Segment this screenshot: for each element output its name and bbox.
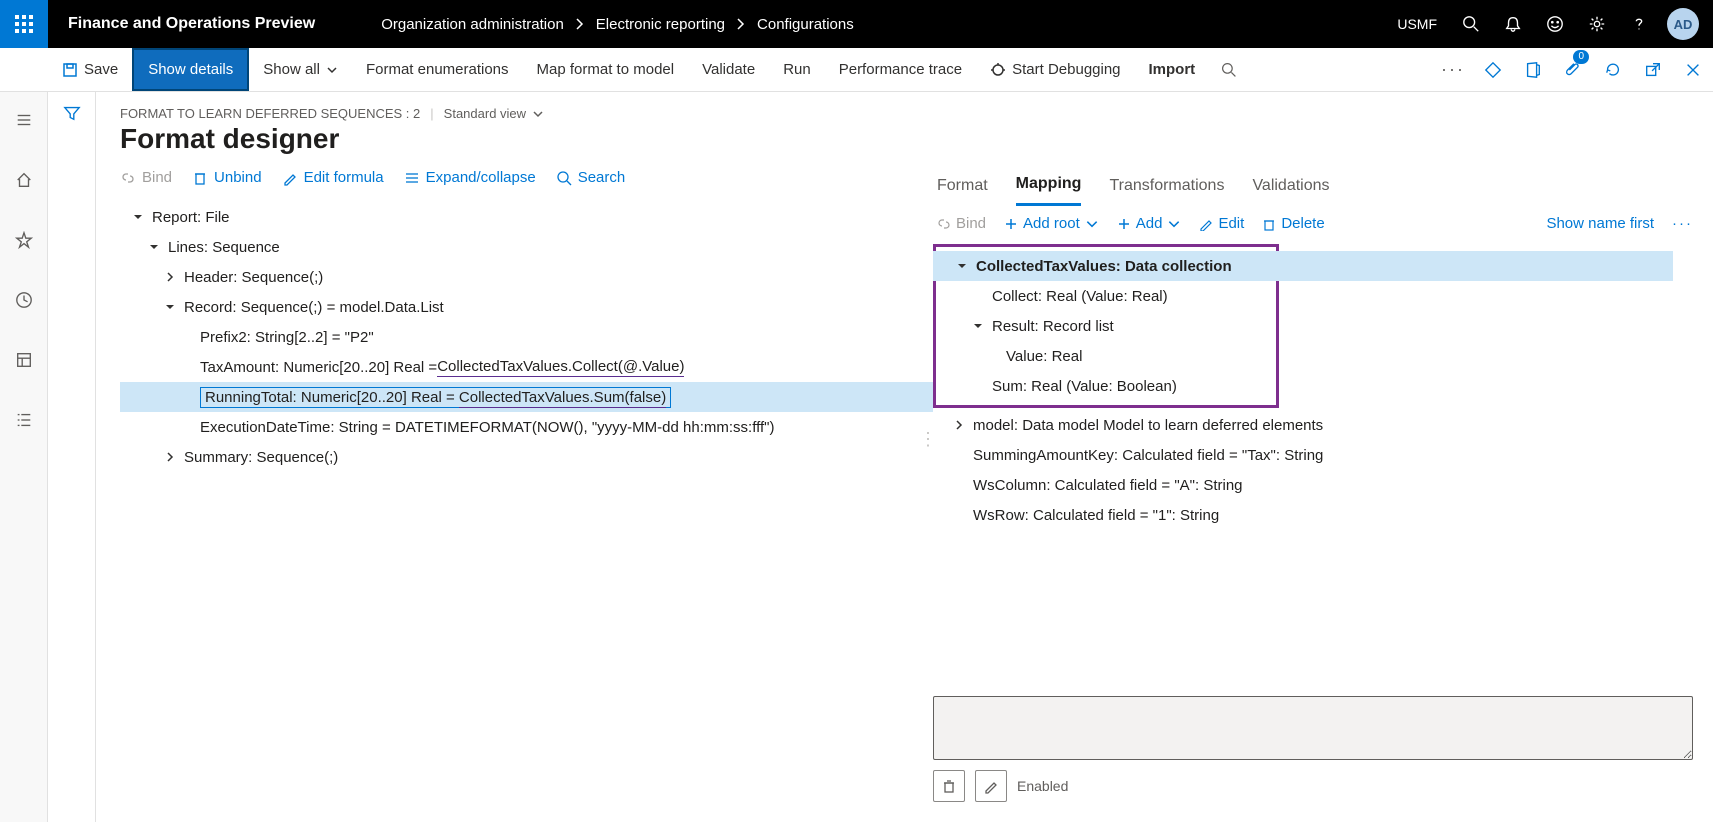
home-icon[interactable] [0,162,48,198]
delete-button[interactable]: Delete [1262,215,1324,232]
detail-tabs: Format Mapping Transformations Validatio… [933,169,1693,207]
tree-row[interactable]: Lines: Sequence [120,232,933,262]
avatar[interactable]: AD [1667,8,1699,40]
attachments-icon[interactable]: 0 [1553,48,1593,92]
format-tree-pane: Bind Unbind Edit formula Expand/collapse… [120,169,933,822]
popout-icon[interactable] [1633,48,1673,92]
page-path: FORMAT TO LEARN DEFERRED SEQUENCES : 2 |… [120,106,1693,121]
bell-icon[interactable] [1493,0,1533,48]
breadcrumb-1[interactable]: Organization administration [375,16,570,33]
show-name-first-button[interactable]: Show name first [1546,215,1654,232]
global-header: Finance and Operations Preview Organizat… [0,0,1713,48]
attachments-count: 0 [1573,50,1589,64]
diamond-icon[interactable] [1473,48,1513,92]
more-icon[interactable]: ··· [1433,48,1473,92]
mapping-bind-button[interactable]: Bind [937,215,986,232]
view-dropdown[interactable]: Standard view [444,106,544,121]
map-format-button[interactable]: Map format to model [523,48,689,91]
splitter-handle[interactable]: ⋮ [919,429,937,450]
filter-icon [63,104,81,122]
tab-mapping[interactable]: Mapping [1016,169,1082,206]
close-icon[interactable] [1673,48,1713,92]
edit-icon-button[interactable] [975,770,1007,802]
mapping-row[interactable]: Collect: Real (Value: Real) [936,281,1276,311]
legal-entity[interactable]: USMF [1385,16,1449,32]
mapping-row[interactable]: model: Data model Model to learn deferre… [933,410,1693,440]
office-icon[interactable] [1513,48,1553,92]
expand-collapse-button[interactable]: Expand/collapse [404,169,536,186]
format-enumerations-button[interactable]: Format enumerations [352,48,523,91]
modules-icon[interactable] [0,402,48,438]
mapping-row-selected[interactable]: CollectedTaxValues: Data collection [933,251,1673,281]
more-icon[interactable]: ··· [1672,215,1693,232]
performance-trace-button[interactable]: Performance trace [825,48,976,91]
command-bar: Save Show details Show all Format enumer… [0,48,1713,92]
breadcrumb: Organization administration Electronic r… [375,16,1385,33]
format-tree: Report: File Lines: Sequence Header: Seq… [120,202,933,472]
tree-row[interactable]: ExecutionDateTime: String = DATETIMEFORM… [120,412,933,442]
refresh-icon[interactable] [1593,48,1633,92]
command-search-icon[interactable] [1209,48,1249,92]
search-tree-button[interactable]: Search [556,169,626,186]
tree-row[interactable]: Summary: Sequence(;) [120,442,933,472]
tree-row[interactable]: Report: File [120,202,933,232]
tab-validations[interactable]: Validations [1252,171,1329,205]
trash-icon-button[interactable] [933,770,965,802]
save-button[interactable]: Save [48,48,132,91]
tree-row[interactable]: Prefix2: String[2..2] = "P2" [120,322,933,352]
menu-icon[interactable] [0,102,48,138]
search-icon[interactable] [1451,0,1491,48]
tree-row[interactable]: Record: Sequence(;) = model.Data.List [120,292,933,322]
app-launcher-icon[interactable] [0,0,48,48]
star-icon[interactable] [0,222,48,258]
gear-icon[interactable] [1577,0,1617,48]
mapping-row[interactable]: Sum: Real (Value: Boolean) [936,371,1276,401]
header-actions: USMF AD [1385,0,1713,48]
left-sub-toolbar: Bind Unbind Edit formula Expand/collapse… [120,169,933,186]
show-all-dropdown[interactable]: Show all [249,48,352,91]
smiley-icon[interactable] [1535,0,1575,48]
tab-format[interactable]: Format [937,171,988,205]
tree-row-selected[interactable]: RunningTotal: Numeric[20..20] Real = Col… [120,382,933,412]
main-content: FORMAT TO LEARN DEFERRED SEQUENCES : 2 |… [96,92,1713,822]
breadcrumb-2[interactable]: Electronic reporting [590,16,731,33]
workspace-icon[interactable] [0,342,48,378]
recent-icon[interactable] [0,282,48,318]
add-root-dropdown[interactable]: Add root [1004,215,1099,232]
page-path-text: FORMAT TO LEARN DEFERRED SEQUENCES : 2 [120,106,420,121]
unbind-button[interactable]: Unbind [192,169,262,186]
add-dropdown[interactable]: Add [1117,215,1182,232]
bind-button[interactable]: Bind [120,169,172,186]
help-icon[interactable] [1619,0,1659,48]
mapping-tree: CollectedTaxValues: Data collection Coll… [933,244,1693,530]
start-debugging-button[interactable]: Start Debugging [976,48,1134,91]
nav-rail [0,92,48,822]
highlighted-group: CollectedTaxValues: Data collection Coll… [933,244,1279,408]
mapping-row[interactable]: WsRow: Calculated field = "1": String [933,500,1693,530]
edit-button[interactable]: Edit [1199,215,1244,232]
mapping-row[interactable]: WsColumn: Calculated field = "A": String [933,470,1693,500]
formula-textarea[interactable] [933,696,1693,760]
show-details-button[interactable]: Show details [132,48,249,91]
bottom-form: Enabled [933,696,1693,822]
tree-row[interactable]: Header: Sequence(;) [120,262,933,292]
page-title: Format designer [120,123,1693,155]
filter-pane[interactable] [48,92,96,822]
mapping-row[interactable]: SummingAmountKey: Calculated field = "Ta… [933,440,1693,470]
validate-button[interactable]: Validate [688,48,769,91]
app-title: Finance and Operations Preview [48,15,335,33]
run-button[interactable]: Run [769,48,825,91]
right-sub-toolbar: Bind Add root Add Edit Delete Show name … [933,215,1693,232]
breadcrumb-3[interactable]: Configurations [751,16,860,33]
edit-formula-button[interactable]: Edit formula [282,169,384,186]
import-button[interactable]: Import [1135,48,1210,91]
enabled-label: Enabled [1017,778,1068,794]
mapping-pane: Format Mapping Transformations Validatio… [933,169,1693,822]
mapping-row[interactable]: Result: Record list [936,311,1276,341]
tree-row[interactable]: TaxAmount: Numeric[20..20] Real = Collec… [120,352,933,382]
tab-transformations[interactable]: Transformations [1109,171,1224,205]
mapping-row[interactable]: Value: Real [936,341,1276,371]
